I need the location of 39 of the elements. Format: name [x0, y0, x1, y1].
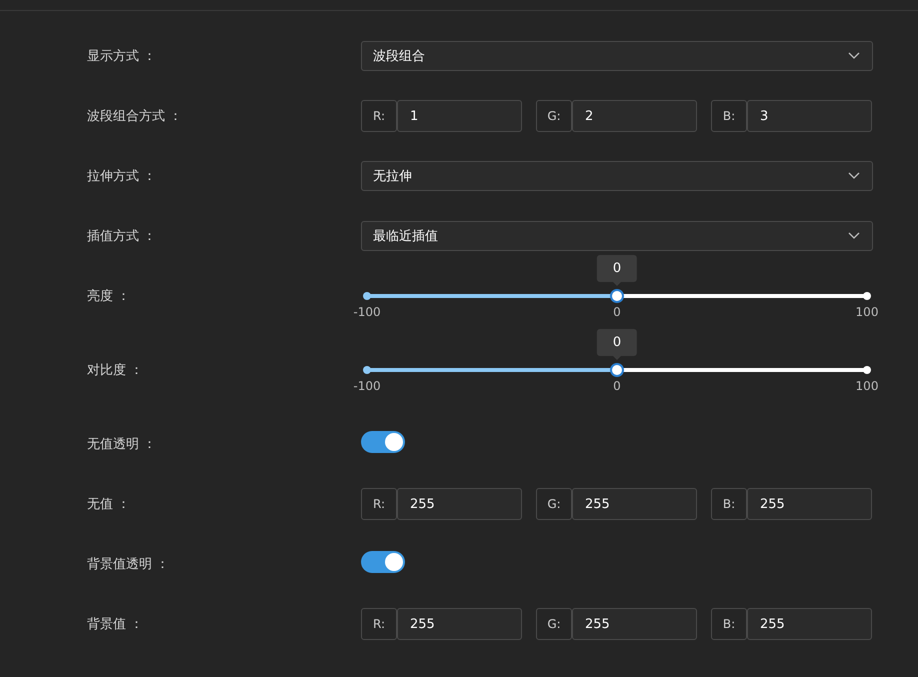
chevron-down-icon [848, 52, 860, 60]
field-label: 亮度 ： [87, 288, 132, 305]
mid-label: 0 [613, 379, 621, 393]
input-field[interactable]: 255 [572, 488, 697, 520]
field-label: 无值透明 ： [87, 436, 158, 453]
min-label: -100 [353, 379, 381, 393]
mid-label: 0 [613, 305, 621, 319]
dropdown-select[interactable]: 最临近插值 [361, 221, 873, 251]
input-field[interactable]: 255 [397, 488, 522, 520]
toggle-switch[interactable] [361, 551, 405, 573]
input-field[interactable]: 2 [572, 100, 697, 132]
slider-dot [363, 292, 371, 300]
input-field[interactable]: 255 [747, 488, 872, 520]
field-label: 背景值 ： [87, 616, 144, 633]
dropdown-select[interactable]: 波段组合 [361, 41, 873, 71]
field-label: 背景值透明 ： [87, 556, 170, 573]
max-label: 100 [856, 305, 878, 319]
slider-thumb[interactable] [610, 289, 624, 303]
field-label: 插值方式 ： [87, 228, 158, 245]
dropdown-select[interactable]: 无拉伸 [361, 161, 873, 191]
field-label: 拉伸方式 ： [87, 168, 158, 185]
field-label: 无值 ： [87, 496, 132, 513]
field-label: 波段组合方式 ： [87, 108, 184, 125]
field-label: 显示方式 ： [87, 48, 158, 65]
slider-tooltip: 0 [596, 255, 638, 282]
toggle-switch[interactable] [361, 431, 405, 453]
slider-tooltip: 0 [596, 329, 638, 356]
input-field[interactable]: 3 [747, 100, 872, 132]
field-label: 对比度 ： [87, 362, 144, 379]
input-field[interactable]: 255 [397, 608, 522, 640]
min-label: -100 [353, 305, 381, 319]
chevron-down-icon [848, 172, 860, 180]
input-field[interactable]: 1 [397, 100, 522, 132]
input-field[interactable]: 255 [747, 608, 872, 640]
input-field[interactable]: 255 [572, 608, 697, 640]
max-label: 100 [856, 379, 878, 393]
slider-thumb[interactable] [610, 363, 624, 377]
chevron-down-icon [848, 232, 860, 240]
slider-dot [363, 366, 371, 374]
